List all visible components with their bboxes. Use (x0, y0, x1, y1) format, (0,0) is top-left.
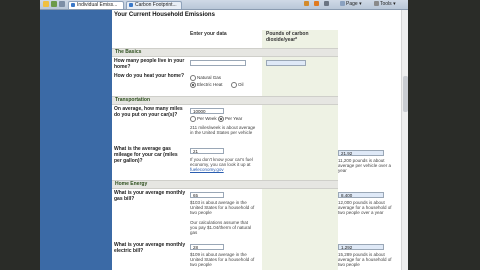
page-favicon-icon (71, 3, 75, 7)
gear-icon (374, 1, 379, 7)
pounds-column-background (262, 30, 338, 270)
miles-help-text: 211 miles/week is about average in the U… (190, 125, 256, 135)
gas-result: 8,400 (338, 192, 384, 198)
miles-unit-per-year[interactable]: Per Year (218, 116, 242, 122)
page-title: Your Current Household Emissions (114, 12, 215, 18)
feeds-button[interactable] (314, 0, 320, 9)
add-favorite-icon[interactable] (51, 1, 57, 7)
question-mpg: What is the average gas mileage for your… (114, 146, 178, 164)
electric-bill-input[interactable]: 28 (190, 244, 224, 250)
radio-selected-icon (218, 116, 224, 122)
electric-result-text: 15,289 pounds is about average for a hou… (338, 252, 392, 267)
question-miles: On average, how many miles do you put on… (114, 106, 183, 118)
page-menu-button[interactable]: Page ▾ (340, 0, 362, 9)
question-heat: How do you heat your home? (114, 73, 185, 79)
tab-label: Individual Emiss... (77, 2, 118, 8)
column-header-enter: Enter your data (190, 31, 227, 37)
rss-icon (314, 1, 319, 7)
fueleconomy-link[interactable]: fueleconomy.gov (190, 167, 224, 172)
scrollbar-thumb[interactable] (403, 76, 408, 112)
home-icon (304, 1, 309, 7)
heat-option-oil[interactable]: Oil (231, 82, 244, 88)
heat-option-electric[interactable]: Electric Heat (190, 82, 223, 88)
gas-assumption-text: Our calculations assume that you pay $1.… (190, 220, 252, 235)
radio-icon (190, 75, 196, 81)
question-electric-bill: What is your average monthly electric bi… (114, 242, 186, 254)
column-header-pounds: Pounds of carbon dioxide/year* (266, 31, 309, 43)
tab-label: Carbon Footprint... (135, 2, 177, 8)
question-gas-bill: What is your average monthly gas bill? (114, 190, 186, 202)
tools-menu-button[interactable]: Tools ▾ (374, 0, 396, 9)
mpg-help-text: If you don't know your car's fuel econom… (190, 157, 256, 172)
section-label: The Basics (115, 49, 142, 55)
section-label: Home Energy (115, 181, 148, 187)
browser-tab-bar: Individual Emiss... Carbon Footprint... … (40, 0, 408, 10)
browser-window: Individual Emiss... Carbon Footprint... … (40, 0, 408, 270)
radio-label: Per Week (197, 116, 217, 122)
page-menu-label: Page (346, 1, 358, 7)
radio-icon (190, 116, 196, 122)
section-transportation: Transportation (112, 96, 338, 105)
radio-label: Oil (238, 82, 244, 88)
miles-unit-per-week[interactable]: Per Week (190, 116, 217, 122)
home-button[interactable] (304, 0, 310, 9)
mpg-input[interactable]: 21 (190, 148, 224, 154)
favorites-star-icon[interactable] (43, 1, 49, 7)
electric-result: 1,292 (338, 244, 384, 250)
miles-input[interactable]: 10000 (190, 108, 224, 114)
gas-bill-input[interactable]: 65 (190, 192, 224, 198)
section-basics: The Basics (112, 48, 338, 57)
tab-individual-emissions[interactable]: Individual Emiss... (68, 1, 124, 9)
section-home-energy: Home Energy (112, 180, 338, 189)
section-label: Transportation (115, 97, 151, 103)
heat-option-natural-gas[interactable]: Natural Gas (190, 75, 221, 81)
mpg-result: 21.92 (338, 150, 384, 156)
radio-label: Per Year (225, 116, 243, 122)
page-favicon-icon (129, 3, 133, 7)
gas-help-text: $103 is about average in the United Stat… (190, 200, 255, 215)
radio-label: Electric Heat (197, 82, 223, 88)
question-people: How many people live in your home? (114, 58, 185, 70)
radio-icon (231, 82, 237, 88)
tab-carbon-footprint[interactable]: Carbon Footprint... (126, 1, 182, 9)
site-sidebar (40, 10, 112, 270)
people-result (266, 60, 306, 66)
radio-selected-icon (190, 82, 196, 88)
vertical-scrollbar[interactable] (401, 10, 408, 270)
printer-icon (324, 1, 329, 7)
mpg-result-text: 11,200 pounds is about average per vehic… (338, 158, 392, 173)
tab-list-icon[interactable] (59, 1, 65, 7)
people-input[interactable] (190, 60, 246, 66)
gas-result-text: 12,000 pounds is about average for a hou… (338, 200, 392, 215)
tools-menu-label: Tools (380, 1, 392, 7)
print-button[interactable] (324, 0, 330, 9)
radio-label: Natural Gas (197, 75, 222, 81)
mpg-help-label: If you don't know your car's fuel econom… (190, 157, 253, 167)
page-icon (340, 1, 345, 7)
electric-help-text: $109 is about average in the United Stat… (190, 252, 255, 267)
